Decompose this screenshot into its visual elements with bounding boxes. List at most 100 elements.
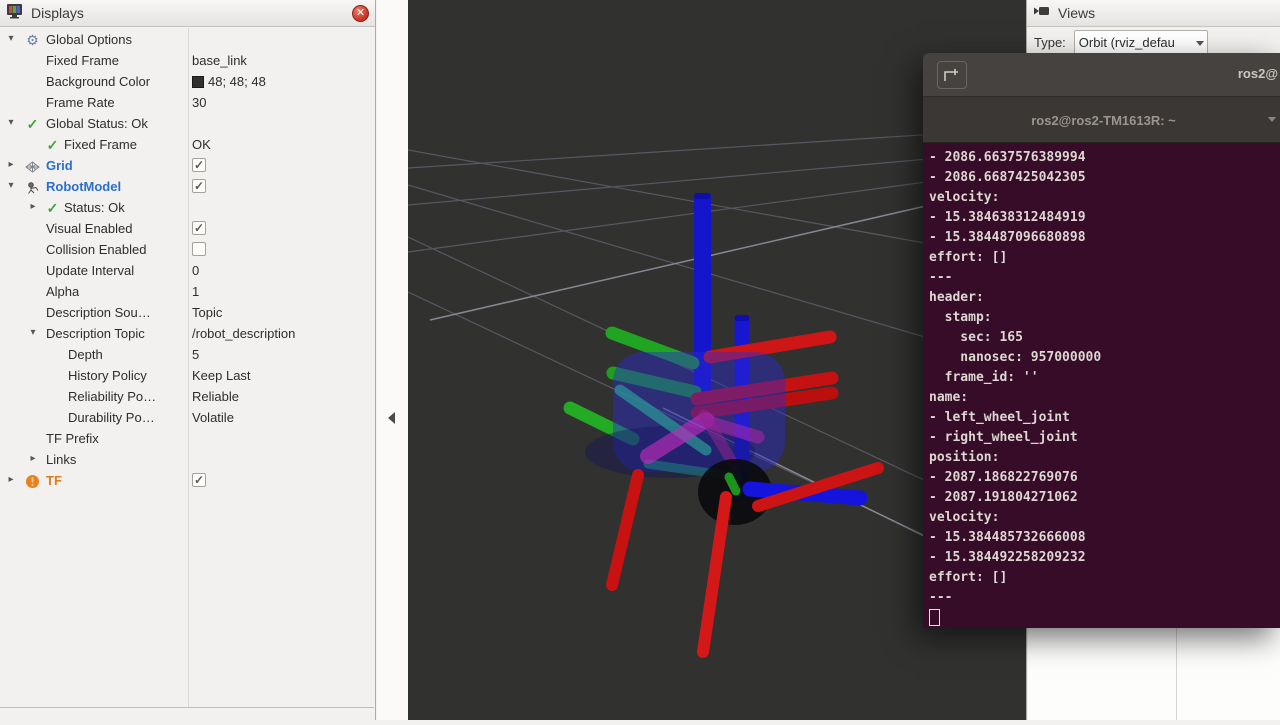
panel-splitter[interactable] [377,0,408,720]
collapse-panel-icon[interactable] [388,412,395,424]
terminal-line: effort: [] [929,568,1280,588]
terminal-line: - 15.384487096680898 [929,228,1280,248]
display-row-background-color[interactable]: Background Color48; 48; 48 [0,72,374,93]
display-row-global-status-ok[interactable]: ▾✓Global Status: Ok [0,114,374,135]
value-text: Reliable [192,389,239,404]
terminal-line: velocity: [929,188,1280,208]
property-label: RobotModel [46,179,121,194]
checkbox-unchecked[interactable] [192,242,206,256]
display-row-robotmodel[interactable]: ▾ RobotModel ✓ [0,177,374,198]
terminal-line: - 2086.6687425042305 [929,168,1280,188]
terminal-line: - 2086.6637576389994 [929,148,1280,168]
display-row-reliability-po[interactable]: Reliability Po… Reliable [0,387,374,408]
property-label: Alpha [46,284,79,299]
tab-list-icon[interactable] [1268,117,1276,122]
property-label: Fixed Frame [64,137,137,152]
property-label: Reliability Po… [68,389,156,404]
new-tab-button[interactable] [937,61,967,89]
checkbox-checked[interactable]: ✓ [192,158,206,172]
collapse-arrow-icon[interactable]: ▾ [5,33,17,44]
property-value-grid[interactable]: ✓ [192,158,370,172]
display-row-depth[interactable]: Depth5 [0,345,374,366]
collapse-arrow-icon[interactable]: ▾ [5,180,17,191]
display-row-links[interactable]: ▸Links [0,450,374,471]
display-row-global-options[interactable]: ▾ ⚙ Global Options [0,30,374,51]
property-value-durability-po[interactable]: Volatile [192,410,370,425]
property-value-reliability-po[interactable]: Reliable [192,389,370,404]
property-value-fixed-frame[interactable]: base_link [192,53,370,68]
terminal-window-title: ros2@ [1238,66,1278,81]
terminal-output[interactable]: - 2086.6637576389994- 2086.6687425042305… [923,143,1280,628]
property-value-tf[interactable]: ✓ [192,473,370,487]
terminal-line: --- [929,268,1280,288]
view-type-label: Type: [1034,35,1066,50]
check-icon: ✓ [44,137,61,154]
property-value-background-color[interactable]: 48; 48; 48 [192,74,370,89]
display-row-durability-po[interactable]: Durability Po…Volatile [0,408,374,429]
terminal-line: sec: 165 [929,328,1280,348]
checkbox-checked[interactable]: ✓ [192,473,206,487]
property-label: Grid [46,158,73,173]
display-row-history-policy[interactable]: History Policy Keep Last [0,366,374,387]
display-row-fixed-frame[interactable]: ✓Fixed Frame OK [0,135,374,156]
property-value-description-sou[interactable]: Topic [192,305,370,320]
display-row-update-interval[interactable]: Update Interval 0 [0,261,374,282]
property-label: Status: Ok [64,200,125,215]
display-row-status-ok[interactable]: ▸✓Status: Ok [0,198,374,219]
collapse-arrow-icon[interactable]: ▾ [27,327,39,338]
expand-arrow-icon[interactable]: ▸ [5,159,17,170]
expand-arrow-icon[interactable]: ▸ [5,474,17,485]
property-value-fixed-frame[interactable]: OK [192,137,370,152]
display-row-description-topic[interactable]: ▾Description Topic/robot_description [0,324,374,345]
property-value-description-topic[interactable]: /robot_description [192,326,370,341]
displays-icon [6,3,24,24]
property-value-history-policy[interactable]: Keep Last [192,368,370,383]
close-icon[interactable]: ✕ [352,5,369,22]
property-value-collision-enabled[interactable] [192,242,370,256]
property-value-robotmodel[interactable]: ✓ [192,179,370,193]
expand-arrow-icon[interactable]: ▸ [27,201,39,212]
display-row-visual-enabled[interactable]: Visual Enabled✓ [0,219,374,240]
expand-arrow-icon[interactable]: ▸ [27,453,39,464]
value-text: Volatile [192,410,234,425]
value-text: base_link [192,53,247,68]
terminal-line: - 2087.186822769076 [929,468,1280,488]
terminal-titlebar[interactable]: ros2@ [923,53,1280,97]
property-label: Fixed Frame [46,53,119,68]
property-value-frame-rate[interactable]: 30 [192,95,370,110]
gear-icon: ⚙ [24,32,41,49]
display-row-grid[interactable]: ▸ Grid ✓ [0,156,374,177]
property-label: TF Prefix [46,431,99,446]
property-label: Update Interval [46,263,134,278]
value-text: 1 [192,284,199,299]
view-type-dropdown[interactable]: Orbit (rviz_defau [1074,30,1208,55]
terminal-line: frame_id: '' [929,368,1280,388]
display-row-collision-enabled[interactable]: Collision Enabled [0,240,374,261]
property-value-alpha[interactable]: 1 [192,284,370,299]
property-label: Description Sou… [46,305,151,320]
display-row-alpha[interactable]: Alpha 1 [0,282,374,303]
displays-titlebar[interactable]: Displays ✕ [0,0,375,27]
view-type-value: Orbit (rviz_defau [1079,35,1175,50]
display-row-tf-prefix[interactable]: TF Prefix [0,429,374,450]
collapse-arrow-icon[interactable]: ▾ [5,117,17,128]
terminal-line: name: [929,388,1280,408]
grid-icon [24,158,41,175]
display-row-fixed-frame[interactable]: Fixed Frame base_link [0,51,374,72]
value-text: 48; 48; 48 [208,74,266,89]
property-value-depth[interactable]: 5 [192,347,370,362]
display-row-description-sou[interactable]: Description Sou… Topic [0,303,374,324]
property-value-visual-enabled[interactable]: ✓ [192,221,370,235]
terminal-window[interactable]: ros2@ ros2@ros2-TM1613R: ~ - 2086.663757… [923,53,1280,628]
terminal-line: - 15.384485732666008 [929,528,1280,548]
property-label: History Policy [68,368,147,383]
views-titlebar[interactable]: Views [1027,0,1280,27]
property-label: TF [46,473,62,488]
display-row-frame-rate[interactable]: Frame Rate30 [0,93,374,114]
display-row-tf[interactable]: ▸ TF ✓ [0,471,374,492]
checkbox-checked[interactable]: ✓ [192,179,206,193]
property-label: Global Options [46,32,132,47]
property-value-update-interval[interactable]: 0 [192,263,370,278]
terminal-tab[interactable]: ros2@ros2-TM1613R: ~ [953,97,1254,143]
checkbox-checked[interactable]: ✓ [192,221,206,235]
